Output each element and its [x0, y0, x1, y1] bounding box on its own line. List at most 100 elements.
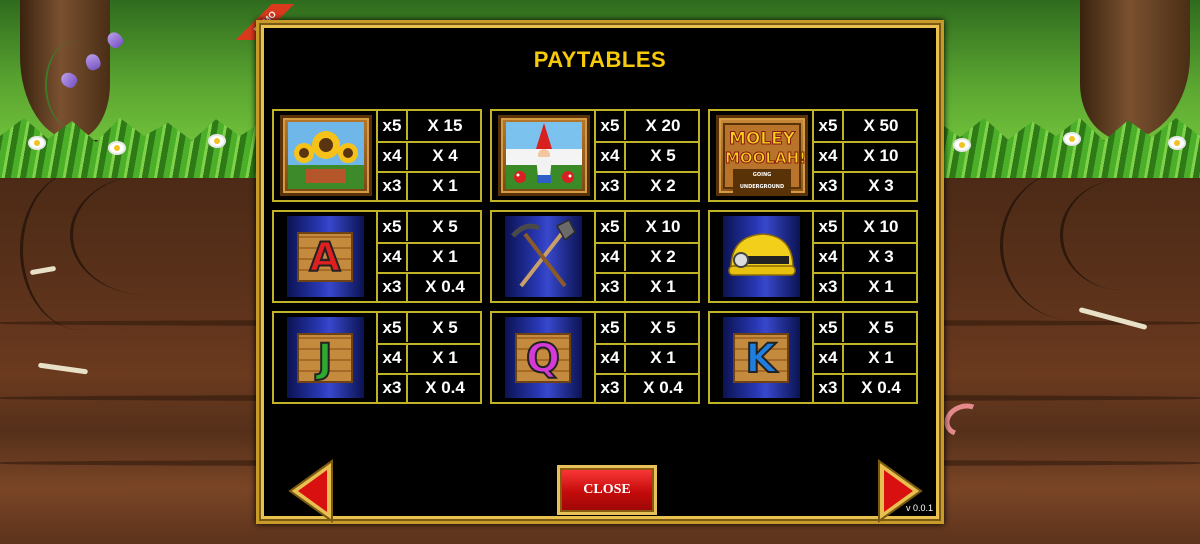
match-count: x4	[814, 141, 844, 170]
paytable-content: PAYTABLES x5 X 15 x4 X 4 x3 X 1 x5 X 20 …	[267, 31, 933, 523]
match-count: x4	[814, 242, 844, 271]
payout-row: x5 X 15	[378, 111, 482, 143]
match-count: x5	[814, 111, 844, 140]
payout-value: X 5	[868, 318, 894, 337]
match-count: x3	[596, 171, 626, 200]
match-count: x3	[596, 272, 626, 301]
daisy-icon	[210, 136, 224, 146]
payout-row: x3 X 3	[814, 171, 918, 201]
letter-j-icon: J	[287, 317, 364, 398]
payout-row: x4 X 10	[814, 141, 918, 173]
match-count: x3	[596, 373, 626, 402]
previous-page-arrow[interactable]	[288, 459, 336, 523]
logo-tagline: GOING UNDERGROUND	[733, 169, 791, 193]
match-count: x5	[378, 212, 408, 241]
payout-value: X 10	[645, 217, 681, 236]
close-button[interactable]: CLOSE	[557, 465, 657, 515]
match-count: x5	[378, 313, 408, 342]
tree-root	[70, 175, 223, 295]
arrow-right-icon	[878, 459, 923, 523]
daisy-icon	[1065, 134, 1079, 144]
match-count: x4	[378, 343, 408, 372]
payout-row: x3 X 0.4	[378, 373, 482, 403]
payout-table: x5 X 5 x4 X 1 x3 X 0.4	[812, 313, 918, 403]
paytable-entry-gnome: x5 X 20 x4 X 5 x3 X 2	[490, 109, 700, 202]
payout-value: X 20	[645, 116, 681, 135]
payout-row: x4 X 1	[596, 343, 700, 375]
payout-table: x5 X 5 x4 X 1 x3 X 0.4	[376, 212, 482, 302]
daisy-icon	[1170, 138, 1184, 148]
gnome-icon	[498, 115, 590, 196]
payout-value: X 5	[432, 318, 458, 337]
payout-value: X 0.4	[861, 378, 901, 397]
payout-value: X 0.4	[425, 277, 465, 296]
symbol-letter: A	[309, 234, 342, 282]
miner-helmet-icon	[723, 216, 800, 297]
wood-tile: J	[297, 333, 353, 383]
symbol-letter: J	[317, 335, 334, 383]
payout-table: x5 X 5 x4 X 1 x3 X 0.4	[594, 313, 700, 403]
payout-row: x4 X 3	[814, 242, 918, 274]
payout-value: X 5	[650, 146, 676, 165]
letter-a-icon: A	[287, 216, 364, 297]
payout-row: x5 X 50	[814, 111, 918, 143]
payout-value: X 15	[427, 116, 463, 135]
match-count: x3	[378, 171, 408, 200]
match-count: x3	[814, 373, 844, 402]
letter-k-icon: K	[723, 317, 800, 398]
match-count: x5	[596, 212, 626, 241]
version-label: v 0.0.1	[905, 503, 933, 513]
payout-value: X 10	[863, 217, 899, 236]
payout-row: x5 X 5	[596, 313, 700, 345]
arrow-left-icon	[288, 459, 333, 523]
payout-row: x5 X 10	[596, 212, 700, 244]
match-count: x3	[378, 373, 408, 402]
payout-value: X 1	[432, 176, 458, 195]
payout-value: X 1	[868, 348, 894, 367]
payout-value: X 4	[432, 146, 458, 165]
logo-line: MOOLAH!	[725, 149, 807, 168]
payout-value: X 3	[868, 247, 894, 266]
payout-row: x3 X 0.4	[378, 272, 482, 302]
payout-row: x4 X 5	[596, 141, 700, 173]
payout-row: x4 X 2	[596, 242, 700, 274]
match-count: x4	[596, 141, 626, 170]
paytable-entry-moley-moolah: MOLEY MOOLAH! GOING UNDERGROUND x5 X 50 x…	[708, 109, 918, 202]
payout-value: X 3	[868, 176, 894, 195]
match-count: x4	[814, 343, 844, 372]
payout-row: x4 X 1	[378, 242, 482, 274]
sunflowers-icon	[280, 115, 372, 196]
payout-value: X 1	[868, 277, 894, 296]
payout-row: x5 X 5	[814, 313, 918, 345]
paytable-entry-pickaxe-shovel: x5 X 10 x4 X 2 x3 X 1	[490, 210, 700, 303]
match-count: x4	[378, 141, 408, 170]
match-count: x4	[596, 242, 626, 271]
match-count: x5	[378, 111, 408, 140]
wood-tile: K	[733, 333, 789, 383]
payout-value: X 2	[650, 247, 676, 266]
paytable-entry-sunflowers: x5 X 15 x4 X 4 x3 X 1	[272, 109, 482, 202]
payout-table: x5 X 50 x4 X 10 x3 X 3	[812, 111, 918, 201]
daisy-icon	[955, 140, 969, 150]
next-page-arrow[interactable]	[875, 459, 923, 523]
payout-row: x3 X 0.4	[596, 373, 700, 403]
payout-value: X 5	[432, 217, 458, 236]
paytable-dialog: PAYTABLES x5 X 15 x4 X 4 x3 X 1 x5 X 20 …	[256, 20, 944, 524]
payout-row: x4 X 1	[378, 343, 482, 375]
paytable-entry-letter-j: J x5 X 5 x4 X 1 x3 X 0.4	[272, 311, 482, 404]
logo-line: MOLEY	[728, 129, 796, 150]
payout-value: X 50	[863, 116, 899, 135]
payout-row: x4 X 4	[378, 141, 482, 173]
payout-table: x5 X 20 x4 X 5 x3 X 2	[594, 111, 700, 200]
payout-row: x4 X 1	[814, 343, 918, 375]
payout-table: x5 X 10 x4 X 3 x3 X 1	[812, 212, 918, 301]
payout-value: X 0.4	[425, 378, 465, 397]
daisy-icon	[110, 143, 124, 153]
payout-value: X 1	[650, 348, 676, 367]
payout-value: X 2	[650, 176, 676, 195]
paytable-entry-letter-k: K x5 X 5 x4 X 1 x3 X 0.4	[708, 311, 918, 404]
moley-moolah-logo: MOLEY MOOLAH! GOING UNDERGROUND	[716, 115, 808, 196]
payout-row: x3 X 0.4	[814, 373, 918, 403]
match-count: x4	[378, 242, 408, 271]
match-count: x5	[596, 111, 626, 140]
